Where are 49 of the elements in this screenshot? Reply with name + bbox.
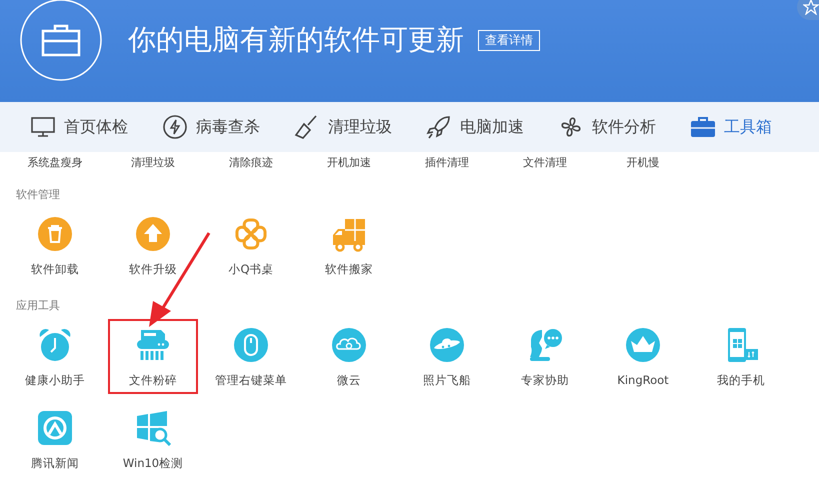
toolbox-icon [20,0,102,81]
tool-button[interactable]: 专家协助 [500,319,590,394]
tool-button[interactable]: Win10检测 [108,402,198,477]
tool-button[interactable]: 健康小助手 [10,319,100,394]
nav-tab[interactable]: 首页体检 [30,114,128,140]
tool-button[interactable]: 文件粉碎 [108,319,198,394]
monitor-icon [30,114,56,140]
person-chat-icon [527,327,563,363]
tool-label[interactable]: 系统盘瘦身 [28,154,82,170]
cloud-icon [331,327,367,363]
nav-tab[interactable]: 清理垃圾 [294,114,392,140]
tool-button[interactable]: 腾讯新闻 [10,402,100,477]
alarm-clock-icon [37,327,73,363]
nav-tab[interactable]: 病毒查杀 [162,114,260,140]
tool-button[interactable]: 微云 [304,319,394,394]
section-title: 软件管理 [15,186,61,202]
section-title: 应用工具 [15,298,61,313]
nav-tab[interactable]: 电脑加速 [426,114,524,140]
tool-button[interactable]: 小Q书桌 [206,208,296,283]
news-icon [37,410,73,446]
rocket-icon [426,114,452,140]
tool-label[interactable]: 清理垃圾 [131,154,175,170]
tool-button[interactable]: 管理右键菜单 [206,319,296,394]
ufo-icon [429,327,465,363]
tool-label[interactable]: 清除痕迹 [229,154,273,170]
tool-button[interactable]: 软件卸载 [10,208,100,283]
tool-label[interactable]: 插件清理 [425,154,469,170]
tool-button[interactable]: KingRoot [598,319,688,394]
nav-tab[interactable]: 工具箱 [690,114,772,140]
windows-search-icon [135,410,171,446]
toolbox-icon [690,114,716,140]
tool-label[interactable]: 开机加速 [327,154,371,170]
truck-icon [331,216,367,252]
mouse-icon [233,327,269,363]
nav-tab[interactable]: 软件分析 [558,114,656,140]
details-button[interactable]: 查看详情 [478,30,540,50]
update-title: 你的电脑有新的软件可更新 [128,22,464,58]
tool-label[interactable]: 开机慢 [626,154,660,170]
trash-icon [37,216,73,252]
lightning-icon [162,114,188,140]
crown-icon [625,327,661,363]
clover-icon [233,216,269,252]
shredder-icon [135,327,171,363]
tool-label[interactable]: 文件清理 [523,154,567,170]
tool-button[interactable]: 照片飞船 [402,319,492,394]
tool-button[interactable]: 软件搬家 [304,208,394,283]
star-icon [803,0,819,15]
tool-button[interactable]: 我的手机 [696,319,786,394]
tool-button[interactable]: 软件升级 [108,208,198,283]
